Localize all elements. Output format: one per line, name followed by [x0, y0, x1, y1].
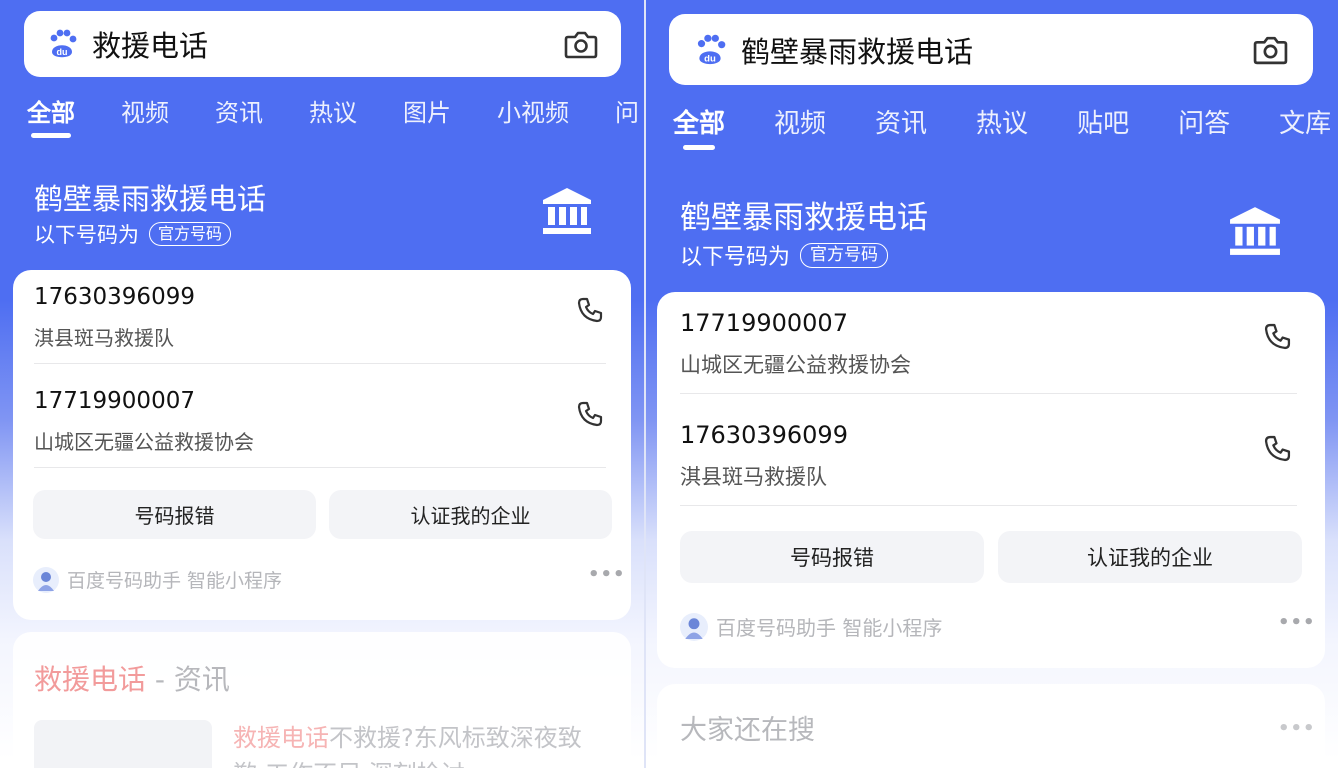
search-input[interactable]: 鹤壁暴雨救援电话 — [741, 29, 1251, 71]
row-divider — [680, 393, 1297, 394]
official-badge: 官方号码 — [149, 222, 232, 246]
phone-number: 17630396099 — [680, 421, 848, 449]
hero-title: 鹤壁暴雨救援电话 — [680, 200, 928, 236]
news-card: 救援电话 - 资讯 救援电话不救援?东风标致深夜致 歉:工作不足 深刻检讨 — [13, 632, 631, 768]
report-number-button[interactable]: 号码报错 — [680, 531, 984, 583]
helper-miniprogram[interactable]: 百度号码助手 智能小程序 — [680, 612, 942, 641]
subtitle-text: 以下号码为 — [680, 245, 791, 270]
tab-video[interactable]: 视频 — [121, 93, 169, 128]
hero-subtitle: 以下号码为 官方号码 — [34, 219, 232, 249]
baidu-paw-icon: du — [46, 28, 78, 60]
headline-rest: 不救援?东风标致深夜致 — [329, 724, 582, 752]
camera-icon[interactable] — [1251, 31, 1289, 69]
headline-highlight: 救援电话 — [233, 724, 329, 752]
phone-number: 17719900007 — [34, 388, 195, 414]
assistant-avatar — [680, 612, 708, 641]
tab-qa[interactable]: 问 — [615, 93, 639, 128]
tab-images[interactable]: 图片 — [403, 93, 451, 128]
tab-news[interactable]: 资讯 — [875, 103, 927, 140]
certify-enterprise-button[interactable]: 认证我的企业 — [998, 531, 1302, 583]
phone-icon[interactable] — [577, 297, 603, 327]
contact-row[interactable]: 17719900007 山城区无疆公益救援协会 — [13, 374, 631, 470]
search-bar[interactable]: du 救援电话 — [24, 11, 621, 77]
search-bar[interactable]: du 鹤壁暴雨救援电话 — [669, 14, 1313, 85]
contact-row[interactable]: 17719900007 山城区无疆公益救援协会 — [657, 292, 1325, 396]
helper-text: 百度号码助手 智能小程序 — [67, 570, 283, 592]
row-divider — [680, 505, 1297, 506]
svg-text:du: du — [57, 47, 68, 57]
bank-building-icon — [541, 186, 593, 240]
tab-discussion[interactable]: 热议 — [976, 103, 1028, 140]
left-screenshot: du 救援电话 全部 视频 资讯 热议 图片 小视频 问 .left .tab.… — [0, 0, 644, 768]
row-divider — [34, 467, 606, 468]
tab-bar: 全部 视频 资讯 热议 图片 小视频 问 — [27, 93, 639, 128]
title-highlight: 救援电话 — [34, 663, 147, 696]
organization-name: 山城区无疆公益救援协会 — [680, 353, 911, 377]
baidu-paw-icon: du — [693, 33, 727, 67]
news-card-title[interactable]: 救援电话 - 资讯 — [34, 658, 230, 698]
tab-qa[interactable]: 问答 — [1178, 103, 1230, 140]
news-thumbnail[interactable] — [34, 720, 212, 768]
tab-all[interactable]: 全部 — [27, 93, 75, 128]
bank-building-icon — [1227, 205, 1283, 261]
phone-number: 17719900007 — [680, 309, 848, 337]
news-headline-line2: 歉:工作不足 深刻检讨 — [233, 754, 465, 768]
right-screenshot: du 鹤壁暴雨救援电话 全部 视频 资讯 热议 贴吧 问答 文库 .right … — [646, 0, 1338, 768]
svg-text:du: du — [704, 53, 716, 64]
organization-name: 山城区无疆公益救援协会 — [34, 430, 254, 454]
organization-name: 淇县斑马救援队 — [680, 465, 827, 489]
assistant-avatar — [33, 566, 59, 593]
helper-text: 百度号码助手 智能小程序 — [716, 616, 943, 640]
camera-icon[interactable] — [563, 26, 599, 62]
hero-subtitle: 以下号码为 官方号码 — [680, 239, 889, 271]
phone-number: 17630396099 — [34, 284, 195, 310]
phone-icon[interactable] — [577, 401, 603, 431]
phone-icon[interactable] — [1264, 323, 1291, 354]
hero-title: 鹤壁暴雨救援电话 — [34, 182, 267, 216]
phone-card: 17719900007 山城区无疆公益救援协会 17630396099 淇县斑马… — [657, 292, 1325, 668]
tab-all[interactable]: 全部 — [673, 103, 725, 140]
subtitle-text: 以下号码为 — [34, 223, 139, 247]
also-search-title: 大家还在搜 — [680, 715, 815, 746]
helper-miniprogram[interactable]: 百度号码助手 智能小程序 — [33, 566, 282, 593]
contact-row[interactable]: 17630396099 淇县斑马救援队 — [13, 270, 631, 366]
phone-card: 17630396099 淇县斑马救援队 17719900007 山城区无疆公益救… — [13, 270, 631, 620]
more-dots-icon[interactable]: ••• — [1278, 612, 1316, 633]
more-dots-icon[interactable]: ••• — [1278, 718, 1316, 739]
tab-library[interactable]: 文库 — [1279, 103, 1331, 140]
title-rest: - 资讯 — [146, 663, 230, 696]
phone-icon[interactable] — [1264, 435, 1291, 466]
report-number-button[interactable]: 号码报错 — [33, 490, 316, 539]
also-search-card: 大家还在搜 ••• — [657, 684, 1325, 768]
official-badge: 官方号码 — [800, 242, 889, 268]
search-input[interactable]: 救援电话 — [92, 23, 563, 65]
tab-short-video[interactable]: 小视频 — [497, 93, 569, 128]
tab-news[interactable]: 资讯 — [215, 93, 263, 128]
tab-bar: 全部 视频 资讯 热议 贴吧 问答 文库 — [673, 103, 1331, 140]
contact-row[interactable]: 17630396099 淇县斑马救援队 — [657, 404, 1325, 508]
row-divider — [34, 363, 606, 364]
more-dots-icon[interactable]: ••• — [588, 564, 626, 585]
news-headline[interactable]: 救援电话不救援?东风标致深夜致 — [233, 718, 582, 753]
tab-discussion[interactable]: 热议 — [309, 93, 357, 128]
tab-video[interactable]: 视频 — [774, 103, 826, 140]
certify-enterprise-button[interactable]: 认证我的企业 — [329, 490, 612, 539]
organization-name: 淇县斑马救援队 — [34, 326, 174, 350]
tab-tieba[interactable]: 贴吧 — [1077, 103, 1129, 140]
